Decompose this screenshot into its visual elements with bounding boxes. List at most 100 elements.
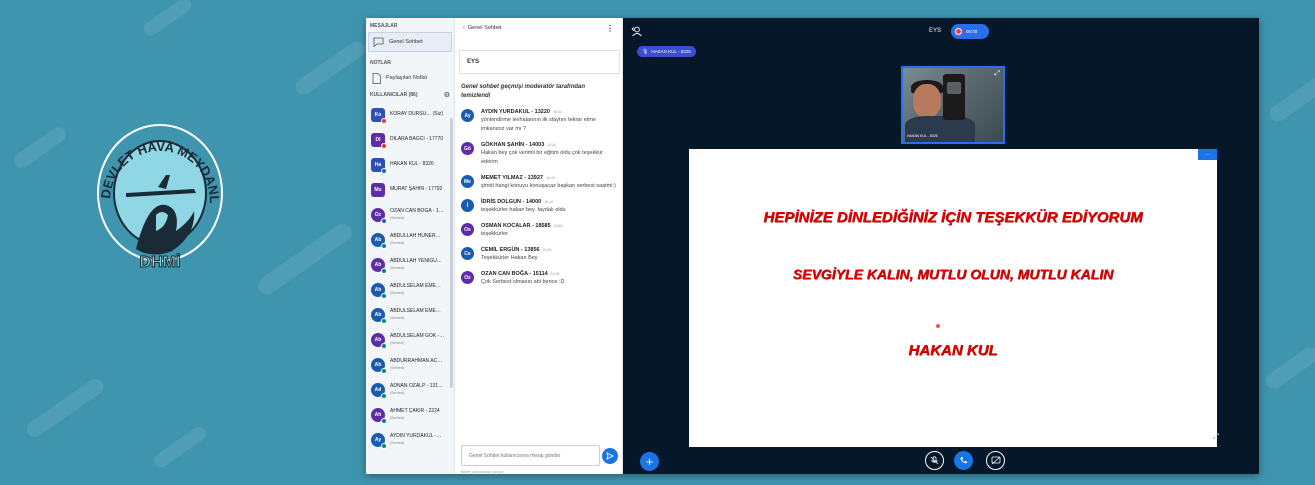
- user-role: (Serbest): [390, 415, 405, 420]
- users-section-title: KULLANICILAR (86): [370, 92, 418, 98]
- send-message-button[interactable]: [602, 448, 618, 464]
- top-bar: EYS 00:00: [623, 18, 1259, 46]
- typing-indicator: Birden çok kullanıcı yazıyor: [461, 470, 504, 474]
- user-info: ABDULLAH YENİGÜ… (Serbest): [390, 258, 442, 272]
- user-name: ABDULLAH YENİGÜ…: [390, 257, 442, 264]
- background-streak: [254, 220, 356, 298]
- chat-message-input[interactable]: [461, 445, 600, 466]
- user-status-icon: [381, 117, 387, 124]
- chat-back-button[interactable]: ‹ Genel Sohbet: [463, 25, 502, 31]
- message-sender: CEMİL ERGÜN - 13856: [481, 247, 540, 253]
- user-status-icon: [381, 442, 387, 449]
- public-chat-item[interactable]: Genel Sohbet: [368, 32, 452, 52]
- record-dot-icon: [955, 28, 962, 35]
- webcam-video[interactable]: HAKAN KUL - 8326 ⤢: [901, 66, 1005, 144]
- recording-indicator[interactable]: 00:00: [951, 24, 989, 39]
- webcam-fullscreen-icon[interactable]: ⤢: [994, 70, 1000, 77]
- logo-monogram: DHMİ: [140, 253, 181, 271]
- user-list-item[interactable]: Oz OZAN CAN BOĞA - 1… (Serbest): [366, 202, 454, 227]
- talking-indicator: 🎙 HAKAN KUL - 8326: [637, 46, 696, 57]
- message-body: OSMAN KOCALAR - 18585 16:45 teşekkürler: [481, 223, 562, 239]
- shared-notes-label: Paylaşılan Notlar: [386, 75, 428, 81]
- user-list-item[interactable]: Ab ABDULSELAM GÖK -… (Serbest): [366, 327, 454, 352]
- presenter-face: [913, 84, 941, 118]
- user-role: (Serbest): [390, 440, 405, 445]
- user-list-item[interactable]: Ko KORAY DURSU… (Siz): [366, 102, 454, 127]
- user-list-item[interactable]: Mu MURAT ŞAHİN - 17792: [366, 177, 454, 202]
- messages-section-title: MESAJLAR: [370, 23, 398, 29]
- message-header: İDRİS DOLGUN - 14000 16:44: [481, 199, 566, 205]
- chat-message: İ İDRİS DOLGUN - 14000 16:44 teşekkürler ha…: [461, 199, 618, 215]
- message-text: Hakan bey çok verimli bir eğitim oldu ço…: [481, 150, 603, 165]
- meeting-title: EYS: [929, 28, 942, 34]
- slide-line-thanks: HEPİNİZE DİNLEDİĞİNİZ İÇİN TEŞEKKÜR EDİY…: [763, 209, 1143, 226]
- chat-options-icon[interactable]: ⋮: [606, 24, 614, 33]
- microphone-icon: 🎙: [642, 48, 649, 55]
- user-list-item[interactable]: Ha HAKAN KUL - 8326: [366, 152, 454, 177]
- user-name: AYDIN YURDAKUL -…: [390, 432, 442, 439]
- message-body: CEMİL ERGÜN - 13856 16:45 Teşekkürler Haka…: [481, 247, 551, 263]
- user-list-item[interactable]: Ay AYDIN YURDAKUL -… (Serbest): [366, 427, 454, 452]
- gear-icon[interactable]: ⚙: [444, 91, 450, 99]
- user-status-icon: [381, 317, 387, 324]
- background-streak: [151, 424, 209, 470]
- audio-button[interactable]: [954, 451, 973, 470]
- message-header: AYDIN YURDAKUL - 13220 16:44: [481, 109, 618, 115]
- user-avatar: DI: [371, 132, 387, 149]
- user-info: AYDIN YURDAKUL -… (Serbest): [390, 433, 441, 447]
- user-list-item[interactable]: Ah AHMET ÇAKIR - 2224 (Serbest): [366, 402, 454, 427]
- user-list-item[interactable]: Ab ABDULLAH HÜNER… (Serbest): [366, 227, 454, 252]
- screen-share-button[interactable]: [986, 451, 1005, 470]
- message-text: teşekkürler: [481, 231, 508, 237]
- user-name: ABDURRAHMAN AC…: [390, 357, 443, 364]
- message-avatar: Ay: [461, 109, 474, 122]
- message-sender: AYDIN YURDAKUL - 13220: [481, 109, 550, 115]
- chat-message: Ay AYDIN YURDAKUL - 13220 16:44 yönlendirme…: [461, 109, 618, 134]
- presentation-slide: ··· HEPİNİZE DİNLEDİĞİNİZ İÇİN TEŞEKKÜR …: [689, 149, 1217, 447]
- user-list-item[interactable]: Ad ADNAN ÖZALP - 131… (Serbest): [366, 377, 454, 402]
- user-name: OZAN CAN BOĞA - 1…: [390, 207, 444, 214]
- message-time: 16:44: [545, 176, 555, 180]
- message-body: OZAN CAN BOĞA - 15114 16:45 Çok Serbest ol…: [481, 271, 564, 287]
- message-text: Çok Serbest olmasın abi bence :D: [481, 279, 565, 285]
- mute-button[interactable]: [925, 451, 944, 470]
- user-name: ABDULLAH HÜNER…: [390, 232, 441, 239]
- user-status-icon: [381, 292, 387, 299]
- dhmi-logo: DEVLET HAVA MEYDANLARI İŞLETMESİ DHMİ: [96, 123, 223, 272]
- shared-notes-item[interactable]: Paylaşılan Notlar: [366, 69, 454, 87]
- user-info: ADNAN ÖZALP - 131… (Serbest): [390, 383, 443, 397]
- slide-line-name: HAKAN KUL: [908, 342, 998, 359]
- message-text: teşekkürler hakan bey. faydalı oldu: [481, 207, 566, 213]
- user-status-icon: [381, 392, 387, 399]
- user-avatar: Ha: [371, 157, 387, 174]
- message-sender: MEMET YILMAZ - 13927: [481, 175, 543, 181]
- message-time: 16:44: [552, 110, 562, 114]
- message-header: GÖKHAN ŞAHİN - 14003 16:44: [481, 142, 618, 148]
- user-avatar: Ab: [371, 232, 387, 249]
- user-list-scrollbar[interactable]: [450, 118, 453, 388]
- slide-options-button[interactable]: ···: [1198, 149, 1217, 160]
- message-text: şimdi hangi konuyu konuşacaz başkan serb…: [481, 183, 616, 189]
- user-info: KORAY DURSU… (Siz): [390, 111, 443, 118]
- user-avatar: Ab: [371, 332, 387, 349]
- message-text: yönlendirme levhalarının ilk slaytını te…: [481, 117, 596, 132]
- slide-fullscreen-icon[interactable]: ⤢: [1213, 432, 1219, 442]
- user-list-item[interactable]: DI DİLARA BAĞCI - 17770: [366, 127, 454, 152]
- user-list-item[interactable]: Ab ABDURRAHMAN AC… (Serbest): [366, 352, 454, 377]
- user-list-item[interactable]: Ab ABDULSELAM EME… (Serbest): [366, 302, 454, 327]
- user-status-icon: [381, 167, 387, 174]
- message-time: 16:45: [542, 248, 552, 252]
- user-role: (Serbest): [390, 365, 405, 370]
- background-streak: [1262, 344, 1315, 392]
- user-avatar: Ko: [371, 107, 387, 124]
- notes-section-title: NOTLAR: [370, 60, 391, 66]
- users-header: KULLANICILAR (86) ⚙: [366, 87, 454, 102]
- user-list-item[interactable]: Ab ABDULLAH YENİGÜ… (Serbest): [366, 252, 454, 277]
- chat-message: Ce CEMİL ERGÜN - 13856 16:45 Teşekkürler Ha…: [461, 247, 618, 263]
- actions-plus-button[interactable]: +: [640, 452, 659, 471]
- user-name: AHMET ÇAKIR - 2224: [390, 407, 440, 414]
- user-avatar: Oz: [371, 207, 387, 224]
- user-list-item[interactable]: Ab ABDULSELAM EME… (Serbest): [366, 277, 454, 302]
- users-toggle-icon[interactable]: [631, 26, 643, 37]
- user-status-icon: [381, 142, 387, 149]
